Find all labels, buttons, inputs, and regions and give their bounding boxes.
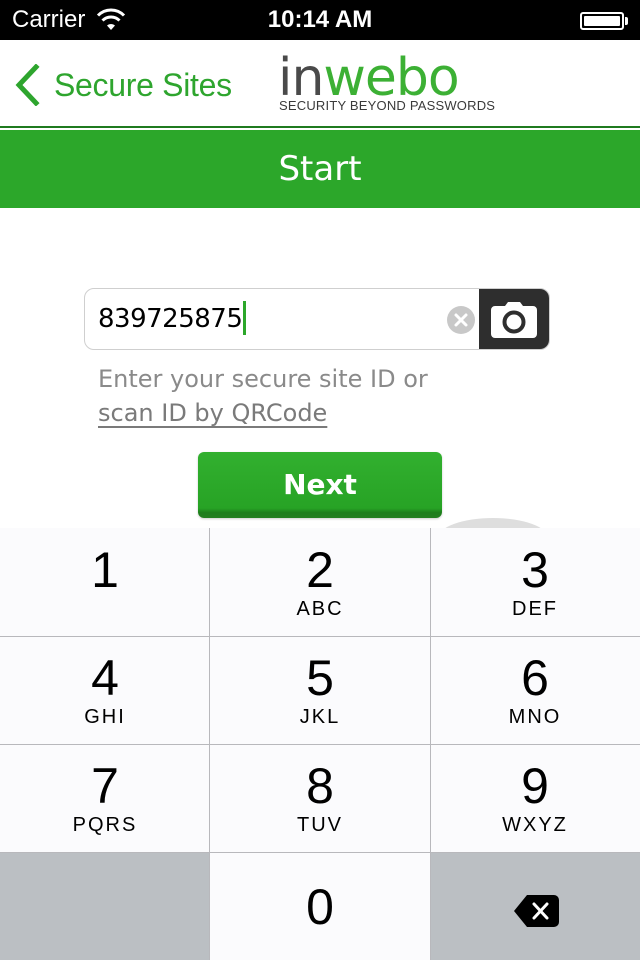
keypad-divider (0, 852, 640, 853)
key-digit: 4 (91, 650, 119, 706)
backspace-icon (514, 895, 559, 927)
page-title: Start (0, 130, 640, 208)
scan-qrcode-link[interactable]: scan ID by QRCode (98, 396, 428, 430)
key-letters: GHI (84, 706, 126, 728)
key-letters: TUV (297, 814, 343, 836)
key-8[interactable]: 8 TUV (210, 744, 430, 852)
key-letters: JKL (299, 706, 341, 728)
clear-circle-icon (454, 313, 468, 327)
camera-icon (491, 302, 537, 338)
key-digit: 8 (306, 758, 334, 814)
back-button[interactable]: Secure Sites (14, 64, 232, 106)
key-4[interactable]: 4 GHI (0, 636, 210, 744)
key-digit: 1 (91, 542, 119, 598)
logo-wordmark: inwebo (278, 52, 460, 104)
key-3[interactable]: 3 DEF (430, 528, 640, 636)
navigation-bar: Secure Sites inwebo SECURITY BEYOND PASS… (0, 40, 640, 128)
chevron-left-icon (15, 64, 40, 106)
key-digit: 7 (91, 758, 119, 814)
key-1[interactable]: 1 (0, 528, 210, 636)
key-6[interactable]: 6 MNO (430, 636, 640, 744)
key-5[interactable]: 5 JKL (210, 636, 430, 744)
logo-tagline: SECURITY BEYOND PASSWORDS (279, 98, 496, 113)
key-letters: MNO (508, 706, 562, 728)
key-0[interactable]: 0 (210, 852, 430, 960)
scan-qr-camera-button[interactable] (479, 289, 549, 349)
battery-full-icon (580, 12, 628, 30)
site-id-field[interactable]: 839725875 (84, 288, 550, 350)
back-button-label: Secure Sites (54, 66, 232, 103)
key-digit: 0 (306, 879, 334, 935)
next-button[interactable]: Next (198, 452, 442, 518)
key-digit: 6 (521, 650, 549, 706)
key-digit: 5 (306, 650, 334, 706)
text-caret (243, 300, 247, 335)
keypad-divider (0, 636, 640, 637)
key-digit: 2 (306, 542, 334, 598)
site-id-hint: Enter your secure site ID or scan ID by … (98, 362, 428, 430)
key-letters: ABC (296, 598, 344, 620)
key-letters: WXYZ (502, 814, 568, 836)
clock: 10:14 AM (267, 6, 373, 33)
key-digit: 3 (521, 542, 549, 598)
clear-input-button[interactable] (447, 306, 475, 334)
key-digit: 9 (521, 758, 549, 814)
key-2[interactable]: 2 ABC (210, 528, 430, 636)
key-9[interactable]: 9 WXYZ (430, 744, 640, 852)
keypad-divider (0, 744, 640, 745)
inwebo-logo: inwebo SECURITY BEYOND PASSWORDS (278, 52, 500, 114)
key-letters: PQRS (72, 814, 138, 836)
key-letters: DEF (512, 598, 558, 620)
key-blank (0, 852, 210, 960)
key-7[interactable]: 7 PQRS (0, 744, 210, 852)
hint-text: Enter your secure site ID or (98, 365, 428, 393)
status-bar: Carrier 10:14 AM (0, 0, 640, 40)
site-id-value: 839725875 (98, 304, 243, 334)
site-id-input[interactable]: 839725875 (98, 300, 247, 335)
